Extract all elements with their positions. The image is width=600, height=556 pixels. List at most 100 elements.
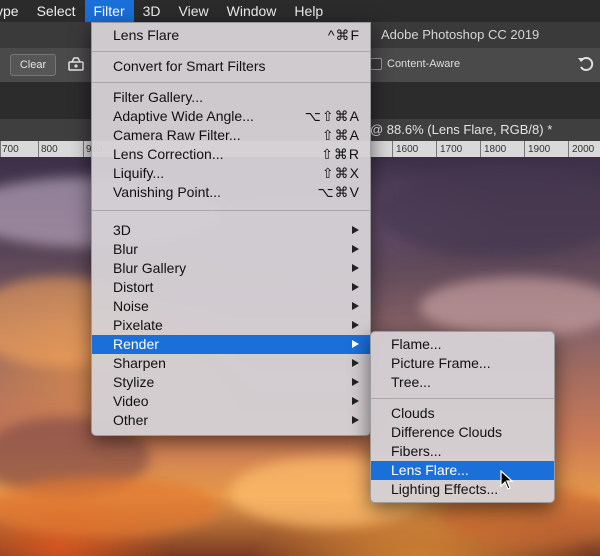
menu-item-vanishing-point[interactable]: Vanishing Point... ⌥⌘V <box>92 183 370 202</box>
menu-separator <box>92 51 370 52</box>
menu-item-label: Sharpen <box>113 355 166 371</box>
content-aware-label: Content-Aware <box>387 58 461 70</box>
menu-item-label: Lens Flare... <box>391 462 469 478</box>
submenu-arrow-icon <box>352 397 359 405</box>
menu-item-label: Lens Correction... <box>113 146 224 162</box>
ruler-line <box>392 141 393 157</box>
render-submenu: Flame... Picture Frame... Tree... Clouds… <box>370 331 555 503</box>
ruler-tick: 1900 <box>528 144 551 155</box>
menu-item-stylize[interactable]: Stylize <box>92 373 370 392</box>
menu-item-convert-smart-filters[interactable]: Convert for Smart Filters <box>92 57 370 76</box>
ruler-tick: 1600 <box>396 144 419 155</box>
submenu-arrow-icon <box>352 264 359 272</box>
menu-item-blur-gallery[interactable]: Blur Gallery <box>92 259 370 278</box>
menu-separator <box>371 398 554 399</box>
menu-item-label: Lighting Effects... <box>391 481 499 497</box>
menu-window[interactable]: Window <box>218 0 286 22</box>
ruler-line <box>0 141 1 157</box>
ruler-tick: 800 <box>41 144 58 155</box>
menu-filter[interactable]: Filter <box>84 0 134 22</box>
menu-item-label: Flame... <box>391 336 442 352</box>
menu-type[interactable]: ype <box>0 0 28 22</box>
submenu-arrow-icon <box>352 378 359 386</box>
menu-item-label: Adaptive Wide Angle... <box>113 108 254 124</box>
mouse-cursor-icon <box>500 470 514 490</box>
menu-item-noise[interactable]: Noise <box>92 297 370 316</box>
menu-item-shortcut: ⇧⌘X <box>321 165 360 181</box>
submenu-item-picture-frame[interactable]: Picture Frame... <box>371 354 554 373</box>
menu-item-blur[interactable]: Blur <box>92 240 370 259</box>
menu-item-lens-correction[interactable]: Lens Correction... ⇧⌘R <box>92 145 370 164</box>
menu-item-shortcut: ⌥⇧⌘A <box>304 108 360 124</box>
menu-item-label: Picture Frame... <box>391 355 491 371</box>
menu-separator <box>92 210 370 211</box>
menu-item-shortcut: ^⌘F <box>327 27 360 43</box>
menu-item-label: Distort <box>113 279 154 295</box>
content-aware-checkbox[interactable]: Content-Aware <box>370 58 460 70</box>
filter-menu: Lens Flare ^⌘F Convert for Smart Filters… <box>91 22 371 436</box>
straighten-icon[interactable] <box>68 56 84 72</box>
menu-item-sharpen[interactable]: Sharpen <box>92 354 370 373</box>
menu-help[interactable]: Help <box>285 0 332 22</box>
submenu-arrow-icon <box>352 245 359 253</box>
ruler-line <box>480 141 481 157</box>
menu-item-filter-gallery[interactable]: Filter Gallery... <box>92 88 370 107</box>
menu-view[interactable]: View <box>170 0 218 22</box>
menu-select[interactable]: Select <box>28 0 85 22</box>
ruler-tick: 1800 <box>484 144 507 155</box>
menu-item-3d[interactable]: 3D <box>92 221 370 240</box>
menu-item-label: Other <box>113 412 149 428</box>
ruler-tick: 2000 <box>572 144 595 155</box>
submenu-arrow-icon <box>352 340 359 348</box>
checkbox-box[interactable] <box>370 58 382 70</box>
submenu-arrow-icon <box>352 283 359 291</box>
ruler-line <box>568 141 569 157</box>
submenu-arrow-icon <box>352 359 359 367</box>
menu-item-label: Clouds <box>391 405 435 421</box>
submenu-item-fibers[interactable]: Fibers... <box>371 442 554 461</box>
menu-item-label: Vanishing Point... <box>113 184 221 200</box>
menu-item-pixelate[interactable]: Pixelate <box>92 316 370 335</box>
menu-item-label: Camera Raw Filter... <box>113 127 241 143</box>
menu-item-last-filter[interactable]: Lens Flare ^⌘F <box>92 26 370 45</box>
ruler-tick: 1700 <box>440 144 463 155</box>
submenu-item-clouds[interactable]: Clouds <box>371 404 554 423</box>
menu-item-label: Noise <box>113 298 149 314</box>
menu-item-label: Video <box>113 393 149 409</box>
menu-item-camera-raw-filter[interactable]: Camera Raw Filter... ⇧⌘A <box>92 126 370 145</box>
reset-icon[interactable] <box>576 55 594 73</box>
cloud-shape <box>0 477 220 537</box>
cloud-shape <box>380 167 600 257</box>
menu-item-label: Liquify... <box>113 165 165 181</box>
submenu-item-tree[interactable]: Tree... <box>371 373 554 392</box>
menu-item-shortcut: ⇧⌘R <box>321 146 360 162</box>
menu-item-label: Render <box>113 336 159 352</box>
menu-item-label: Convert for Smart Filters <box>113 58 266 74</box>
clear-button[interactable]: Clear <box>10 54 56 76</box>
menu-item-distort[interactable]: Distort <box>92 278 370 297</box>
menu-item-label: Lens Flare <box>113 27 180 43</box>
menu-item-render[interactable]: Render <box>92 335 370 354</box>
submenu-arrow-icon <box>352 226 359 234</box>
menu-bar: ype Select Filter 3D View Window Help <box>0 0 600 22</box>
menu-item-video[interactable]: Video <box>92 392 370 411</box>
ruler-tick: 700 <box>2 144 19 155</box>
menu-item-adaptive-wide-angle[interactable]: Adaptive Wide Angle... ⌥⇧⌘A <box>92 107 370 126</box>
submenu-arrow-icon <box>352 416 359 424</box>
ruler-line <box>524 141 525 157</box>
menu-item-label: 3D <box>113 222 131 238</box>
menu-item-label: Stylize <box>113 374 155 390</box>
submenu-item-flame[interactable]: Flame... <box>371 335 554 354</box>
menu-item-label: Filter Gallery... <box>113 89 203 105</box>
submenu-item-lens-flare[interactable]: Lens Flare... <box>371 461 554 480</box>
menu-item-liquify[interactable]: Liquify... ⇧⌘X <box>92 164 370 183</box>
menu-item-shortcut: ⌥⌘V <box>317 184 360 200</box>
menu-item-other[interactable]: Other <box>92 411 370 430</box>
submenu-arrow-icon <box>352 302 359 310</box>
ruler-line <box>83 141 84 157</box>
submenu-item-lighting-effects[interactable]: Lighting Effects... <box>371 480 554 499</box>
app-title: Adobe Photoshop CC 2019 <box>381 27 540 42</box>
menu-item-label: Blur Gallery <box>113 260 187 276</box>
submenu-item-difference-clouds[interactable]: Difference Clouds <box>371 423 554 442</box>
menu-3d[interactable]: 3D <box>134 0 170 22</box>
